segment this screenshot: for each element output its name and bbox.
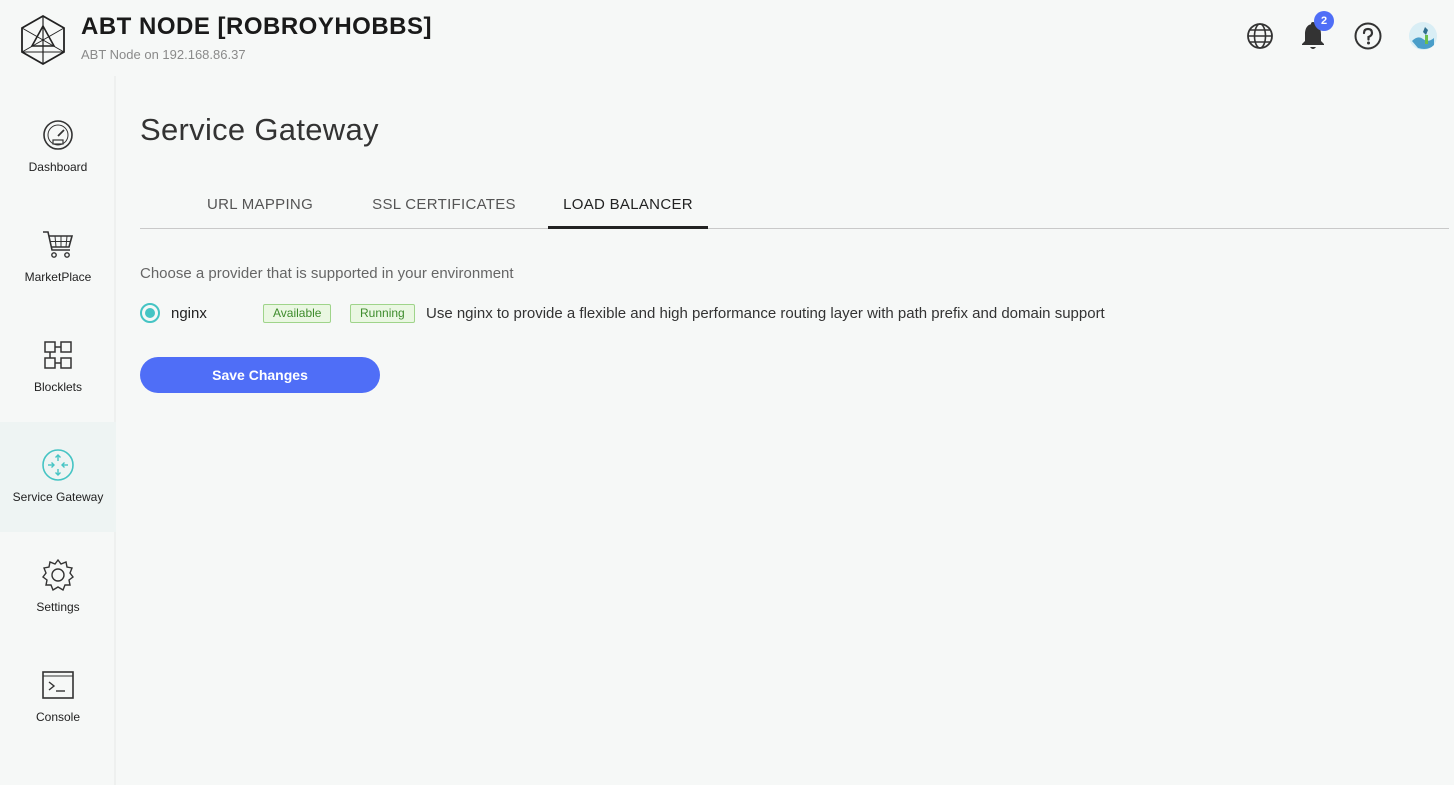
app-title: ABT NODE [ROBROYHOBBS] [81, 13, 432, 40]
status-badge-running: Running [350, 303, 415, 323]
provider-name: nginx [171, 304, 207, 322]
gauge-icon [41, 118, 75, 152]
radio-selected-dot [145, 308, 155, 318]
app-subtitle: ABT Node on 192.168.86.37 [81, 47, 246, 62]
sidebar-item-console[interactable]: Console [0, 642, 116, 752]
sidebar-item-label: Service Gateway [12, 490, 104, 504]
provider-row: nginx Available Running Use nginx to pro… [140, 302, 1105, 324]
provider-radio-nginx[interactable] [140, 303, 160, 323]
sidebar-item-settings[interactable]: Settings [0, 532, 116, 642]
page-title: Service Gateway [140, 112, 379, 147]
title-block: ABT NODE [ROBROYHOBBS] ABT Node on 192.1… [81, 13, 432, 63]
sidebar-item-label: Blocklets [33, 380, 83, 394]
save-changes-button[interactable]: Save Changes [140, 357, 380, 393]
provider-detail-text: Use nginx to provide a flexible and high… [426, 304, 1105, 322]
app-header: ABT NODE [ROBROYHOBBS] ABT Node on 192.1… [0, 0, 1454, 76]
notification-badge: 2 [1314, 11, 1334, 31]
help-icon[interactable] [1353, 18, 1383, 54]
terminal-icon [41, 668, 75, 702]
avatar[interactable] [1408, 18, 1438, 54]
sidebar-item-label: Settings [36, 600, 80, 614]
bell-icon[interactable]: 2 [1298, 11, 1334, 54]
sidebar-item-label: MarketPlace [24, 270, 92, 284]
sidebar-item-service-gateway[interactable]: Service Gateway [0, 422, 116, 532]
gateway-icon [41, 448, 75, 482]
tab-ssl-certificates[interactable]: SSL CERTIFICATES [362, 180, 526, 228]
sidebar-item-marketplace[interactable]: MarketPlace [0, 202, 116, 312]
cart-icon [41, 228, 75, 262]
sidebar-item-blocklets[interactable]: Blocklets [0, 312, 116, 422]
blocks-icon [41, 338, 75, 372]
tab-url-mapping[interactable]: URL MAPPING [190, 180, 330, 228]
tabs-bar: URL MAPPING SSL CERTIFICATES LOAD BALANC… [140, 180, 1449, 229]
sidebar-item-label: Dashboard [28, 160, 88, 174]
provider-description-label: Choose a provider that is supported in y… [140, 265, 514, 282]
abt-node-logo[interactable] [18, 14, 68, 66]
gear-icon [41, 558, 75, 592]
tab-load-balancer[interactable]: LOAD BALANCER [548, 180, 708, 229]
sidebar-item-dashboard[interactable]: Dashboard [0, 92, 116, 202]
globe-icon[interactable] [1245, 18, 1275, 54]
sidebar: Dashboard MarketPlace Blocklets Service … [0, 76, 116, 785]
status-badge-available: Available [263, 303, 332, 323]
sidebar-item-label: Console [35, 710, 81, 724]
